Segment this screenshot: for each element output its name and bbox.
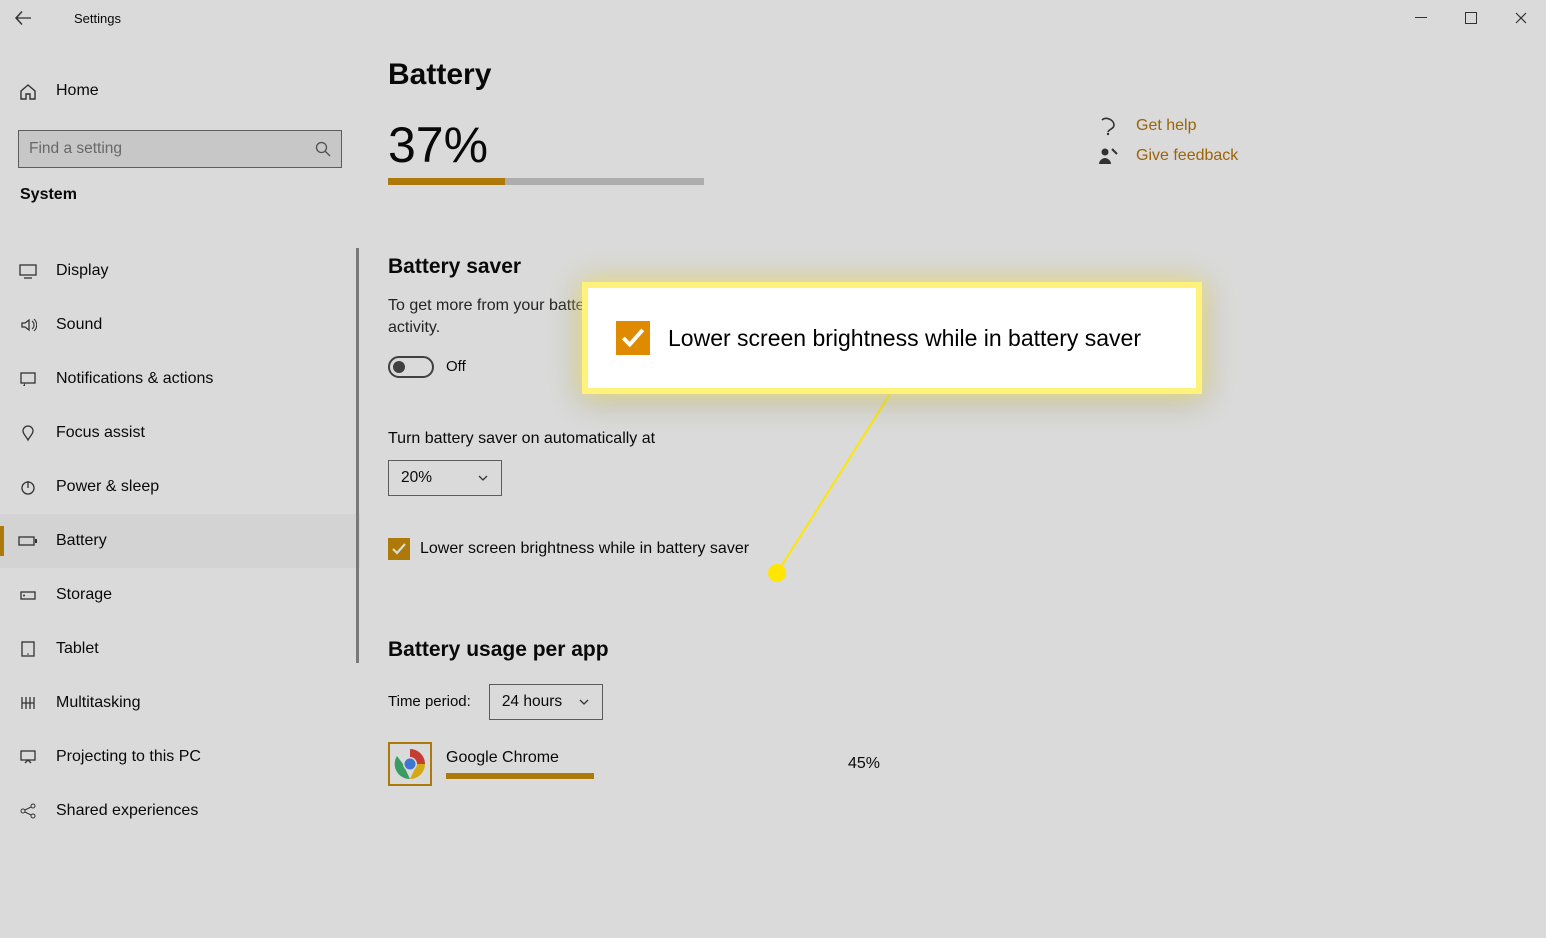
arrow-left-icon	[15, 10, 31, 26]
notifications-icon	[18, 369, 38, 389]
battery-saver-toggle[interactable]	[388, 356, 434, 378]
chevron-down-icon	[477, 472, 489, 484]
page-title: Battery	[388, 58, 1546, 92]
app-usage-pct: 45%	[848, 755, 908, 773]
sidebar-item-multitasking[interactable]: Multitasking	[0, 676, 360, 730]
sidebar-item-label: Storage	[56, 586, 112, 604]
time-period-label: Time period:	[388, 693, 471, 710]
battery-saver-heading: Battery saver	[388, 255, 1546, 279]
sound-icon	[18, 315, 38, 335]
app-usage-meta: Google Chrome	[446, 749, 834, 779]
maximize-icon	[1465, 12, 1477, 24]
callout-popover: Lower screen brightness while in battery…	[582, 282, 1202, 394]
sidebar-item-label: Power & sleep	[56, 478, 159, 496]
callout-text: Lower screen brightness while in battery…	[668, 325, 1141, 352]
app-title: Settings	[46, 11, 121, 26]
battery-percent: 37%	[388, 116, 1546, 174]
sidebar-item-label: Battery	[56, 532, 107, 550]
multitasking-icon	[18, 693, 38, 713]
sidebar-item-storage[interactable]: Storage	[0, 568, 360, 622]
lower-brightness-checkbox[interactable]	[388, 538, 410, 560]
sidebar-item-label: Notifications & actions	[56, 370, 213, 388]
title-bar: Settings	[0, 0, 1546, 36]
sidebar: Home System Display Sound Notifications …	[0, 36, 360, 938]
storage-icon	[18, 585, 38, 605]
give-feedback-link[interactable]: Give feedback	[1098, 146, 1238, 166]
app-usage-name: Google Chrome	[446, 749, 834, 767]
auto-on-label: Turn battery saver on automatically at	[388, 430, 1546, 448]
select-value: 24 hours	[502, 693, 562, 711]
sidebar-item-label: Shared experiences	[56, 802, 198, 820]
close-icon	[1515, 12, 1527, 24]
give-feedback-label: Give feedback	[1136, 147, 1238, 165]
tablet-icon	[18, 639, 38, 659]
chevron-down-icon	[578, 696, 590, 708]
sidebar-section-label: System	[0, 186, 360, 204]
lower-brightness-label: Lower screen brightness while in battery…	[420, 540, 749, 558]
close-button[interactable]	[1496, 0, 1546, 36]
sidebar-item-battery[interactable]: Battery	[0, 514, 360, 568]
scrollbar[interactable]	[356, 248, 359, 663]
time-period-select[interactable]: 24 hours	[489, 684, 603, 720]
get-help-link[interactable]: Get help	[1098, 116, 1238, 136]
help-links: Get help Give feedback	[1098, 116, 1238, 176]
sidebar-item-power-sleep[interactable]: Power & sleep	[0, 460, 360, 514]
sidebar-home-label: Home	[56, 82, 99, 100]
callout-checkbox	[616, 321, 650, 355]
time-period-row: Time period: 24 hours	[388, 684, 1546, 720]
search-box[interactable]	[18, 130, 342, 168]
display-icon	[18, 261, 38, 281]
sidebar-item-sound[interactable]: Sound	[0, 298, 360, 352]
toggle-label: Off	[446, 358, 466, 375]
app-usage-bar	[446, 773, 594, 779]
minimize-icon	[1415, 12, 1427, 24]
select-value: 20%	[401, 469, 432, 487]
sidebar-item-display[interactable]: Display	[0, 244, 360, 298]
focus-icon	[18, 423, 38, 443]
battery-progress-bar	[388, 178, 704, 185]
shared-icon	[18, 801, 38, 821]
app-usage-row[interactable]: Google Chrome 45%	[388, 742, 908, 786]
battery-icon	[18, 531, 38, 551]
minimize-button[interactable]	[1396, 0, 1446, 36]
sidebar-item-label: Projecting to this PC	[56, 748, 201, 766]
usage-heading: Battery usage per app	[388, 638, 1546, 662]
auto-on-select[interactable]: 20%	[388, 460, 502, 496]
sidebar-item-tablet[interactable]: Tablet	[0, 622, 360, 676]
sidebar-home[interactable]: Home	[0, 64, 360, 118]
sidebar-item-focus-assist[interactable]: Focus assist	[0, 406, 360, 460]
sidebar-item-shared-experiences[interactable]: Shared experiences	[0, 784, 360, 838]
search-icon	[315, 141, 331, 157]
lower-brightness-row[interactable]: Lower screen brightness while in battery…	[388, 538, 1546, 560]
sidebar-item-label: Display	[56, 262, 108, 280]
content-area: Battery 37% Battery saver To get more fr…	[388, 58, 1546, 938]
sidebar-item-label: Focus assist	[56, 424, 145, 442]
maximize-button[interactable]	[1446, 0, 1496, 36]
projecting-icon	[18, 747, 38, 767]
check-icon	[391, 541, 407, 557]
home-icon	[18, 81, 38, 101]
check-icon	[620, 325, 646, 351]
toggle-knob	[393, 361, 405, 373]
help-icon	[1098, 116, 1118, 136]
sidebar-item-label: Tablet	[56, 640, 99, 658]
feedback-icon	[1098, 146, 1118, 166]
search-input[interactable]	[29, 140, 315, 158]
sidebar-item-label: Multitasking	[56, 694, 140, 712]
chrome-icon	[394, 748, 426, 780]
battery-progress-fill	[388, 178, 505, 185]
sidebar-item-label: Sound	[56, 316, 102, 334]
get-help-label: Get help	[1136, 117, 1196, 135]
power-icon	[18, 477, 38, 497]
sidebar-item-projecting[interactable]: Projecting to this PC	[0, 730, 360, 784]
sidebar-item-notifications[interactable]: Notifications & actions	[0, 352, 360, 406]
back-button[interactable]	[0, 0, 46, 36]
app-usage-icon	[388, 742, 432, 786]
